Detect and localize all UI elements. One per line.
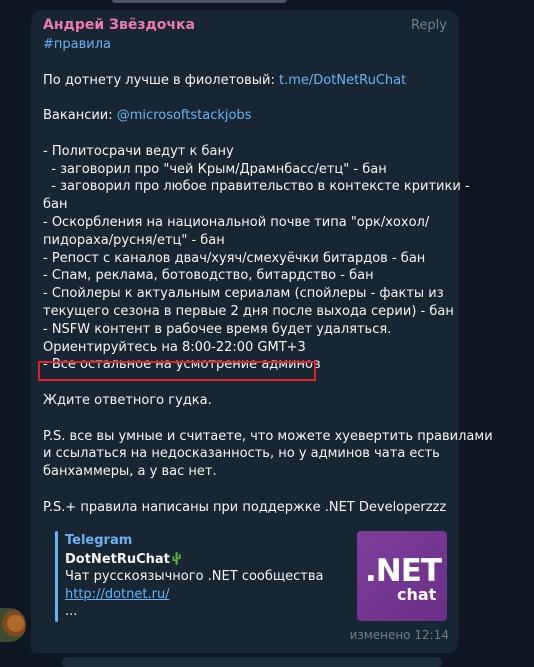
rule-line-highlighted: - Все остальное на усмотрение админов	[43, 357, 321, 373]
top-scroll-strip	[0, 0, 534, 4]
offtopic-prefix: По дотнету лучше в фиолетовый:	[43, 72, 280, 88]
preview-more: ...	[65, 604, 78, 619]
link-preview[interactable]: Telegram DotNetRuChat Чат русскоязычного…	[55, 531, 453, 623]
rule-line: - Политосрачи ведут к бану	[43, 143, 234, 159]
message-text: #правила По дотнету лучше в фиолетовый: …	[43, 36, 493, 517]
rule-line: - NSFW контент в рабочее время будет уда…	[43, 321, 392, 337]
rule-line: пидораха/русня/етц" - бан	[43, 232, 225, 248]
rule-line: Ориентируйтесь на 8:00-22:00 GMT+3	[43, 339, 306, 355]
wait-line: Ждите ответного гудка.	[43, 392, 212, 408]
dotnet-logo-subtext: chat	[397, 585, 437, 604]
message-bubble[interactable]: Андрей Звёздочка Reply #правила По дотне…	[31, 10, 493, 653]
vacancies-line: Вакансии: @microsoftstackjobs	[43, 107, 453, 125]
ps-line: банхаммеры, а у вас нет.	[43, 464, 217, 480]
reply-button[interactable]: Reply	[411, 18, 447, 33]
preview-accent-bar	[55, 531, 58, 622]
preview-title-text: DotNetRuChat	[65, 552, 170, 567]
edited-timestamp: изменено 12:14	[349, 628, 449, 642]
sender-name[interactable]: Андрей Звёздочка	[43, 17, 195, 33]
hashtag-link[interactable]: #правила	[43, 36, 453, 54]
vacancies-link[interactable]: @microsoftstackjobs	[117, 108, 252, 123]
rule-line: - Репост с каналов двач/хуяч/смехуёчки б…	[43, 250, 426, 266]
offtopic-line: По дотнету лучше в фиолетовый: t.me/DotN…	[43, 72, 453, 90]
ps-plus-line: P.S.+ правила написаны при поддержке .NE…	[43, 499, 447, 515]
offtopic-link[interactable]: t.me/DotNetRuChat	[279, 73, 406, 88]
cactus-icon	[172, 552, 181, 565]
preview-description: Чат русскоязычного .NET сообщества	[65, 569, 324, 584]
rule-line: - Спам, реклама, ботоводство, битардство…	[43, 268, 374, 284]
rule-line: - Спойлеры к актуальным сериалам (спойле…	[43, 286, 444, 302]
rule-line: бан	[43, 197, 68, 213]
bottom-bar	[62, 657, 442, 667]
rule-line: текущего сезона в первые 2 дня после вых…	[43, 303, 454, 319]
rule-line: - Оскорбления на национальной почве типа…	[43, 214, 430, 230]
preview-site-name: Telegram	[65, 533, 133, 548]
ps-line: и ссылаться на недосказанность, но у адм…	[43, 446, 440, 462]
vacancies-prefix: Вакансии:	[43, 108, 117, 124]
rule-line: - заговорил про любое правительство в ко…	[43, 179, 470, 195]
dotnet-logo-text: .NET	[365, 553, 442, 589]
top-strip-segment	[112, 0, 287, 3]
preview-url-link[interactable]: http://dotnet.ru/	[65, 587, 170, 602]
preview-thumbnail[interactable]: .NET chat	[357, 531, 447, 621]
sender-avatar[interactable]	[0, 608, 26, 642]
preview-title: DotNetRuChat	[65, 551, 181, 567]
rule-line: - заговорил про "чей Крым/Драмнбасс/етц"…	[43, 161, 387, 177]
ps-line: P.S. все вы умные и считаете, что можете…	[43, 428, 493, 444]
